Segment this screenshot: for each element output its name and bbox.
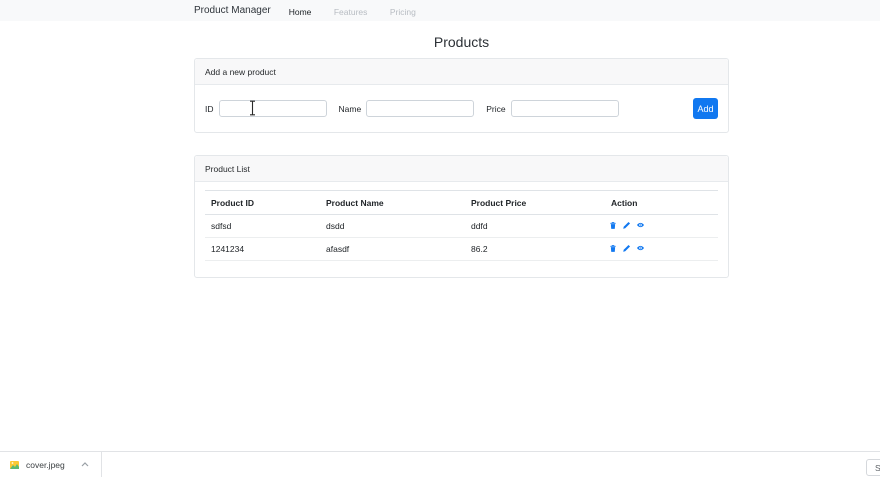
navbar-links: Home Features Pricing xyxy=(280,2,425,20)
show-all-downloads-button[interactable]: Show all xyxy=(866,459,880,476)
cell-product-price: 86.2 xyxy=(465,237,605,261)
name-label: Name xyxy=(338,103,362,114)
pencil-icon[interactable] xyxy=(622,221,631,230)
nav-link-pricing[interactable]: Pricing xyxy=(381,7,425,17)
cell-product-name: dsdd xyxy=(320,214,465,238)
eye-icon[interactable] xyxy=(636,221,645,229)
eye-icon[interactable] xyxy=(636,244,645,252)
download-filename: cover.jpeg xyxy=(26,459,65,470)
add-button[interactable]: Add xyxy=(693,98,718,119)
trash-icon[interactable] xyxy=(609,221,617,230)
cell-actions xyxy=(605,237,718,261)
add-product-card-header: Add a new product xyxy=(195,59,728,85)
cell-product-price: ddfd xyxy=(465,214,605,238)
cell-actions xyxy=(605,214,718,238)
cell-product-name: afasdf xyxy=(320,237,465,261)
page-title: Products xyxy=(433,34,490,50)
name-input[interactable] xyxy=(366,100,475,117)
product-table-wrap: Product ID Product Name Product Price Ac… xyxy=(195,182,728,277)
add-product-form: ID Name Price Add xyxy=(195,85,728,132)
price-label: Price xyxy=(486,103,506,114)
column-header-product-price: Product Price xyxy=(465,190,605,215)
column-header-action: Action xyxy=(605,190,718,215)
download-bar: cover.jpeg Show all xyxy=(0,451,880,477)
add-product-card: Add a new product ID Name Price Add xyxy=(194,58,729,133)
product-table: Product ID Product Name Product Price Ac… xyxy=(205,190,718,261)
table-row: sdfsd dsdd ddfd xyxy=(205,214,718,238)
download-bar-divider xyxy=(100,452,102,477)
download-item[interactable]: cover.jpeg xyxy=(0,452,101,477)
table-header-row: Product ID Product Name Product Price Ac… xyxy=(205,190,718,215)
table-row: 1241234 afasdf 86.2 xyxy=(205,237,718,261)
chevron-up-icon[interactable] xyxy=(81,462,89,467)
cell-product-id: sdfsd xyxy=(205,214,320,238)
product-list-card: Product List Product ID Product Name Pro… xyxy=(194,155,729,278)
nav-link-features[interactable]: Features xyxy=(325,7,377,17)
price-input[interactable] xyxy=(510,100,619,117)
image-file-icon xyxy=(10,460,19,469)
trash-icon[interactable] xyxy=(609,244,617,253)
navbar-brand-label: Product Manager xyxy=(194,5,271,16)
main-content: Products Add a new product ID Name Price… xyxy=(194,21,729,278)
navbar-brand[interactable]: Product Manager xyxy=(194,5,271,16)
navbar: Product Manager Home Features Pricing xyxy=(0,0,880,21)
id-input[interactable] xyxy=(218,100,327,117)
nav-link-home[interactable]: Home xyxy=(280,7,321,17)
pencil-icon[interactable] xyxy=(622,244,631,253)
column-header-product-name: Product Name xyxy=(320,190,465,215)
id-label: ID xyxy=(205,103,214,114)
column-header-product-id: Product ID xyxy=(205,190,320,215)
row-action-group xyxy=(609,244,645,253)
row-action-group xyxy=(609,221,645,230)
cell-product-id: 1241234 xyxy=(205,237,320,261)
product-list-card-header: Product List xyxy=(195,156,728,182)
